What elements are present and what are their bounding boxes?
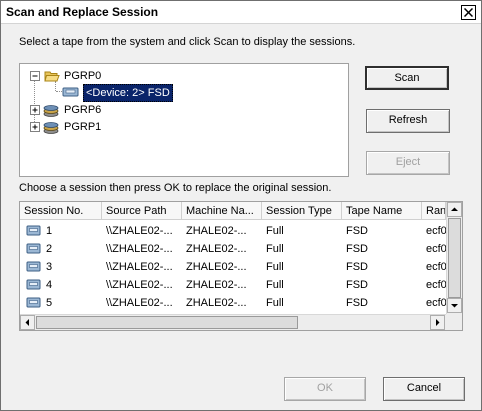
arrow-down-icon bbox=[451, 304, 458, 308]
tree-item-label: <Device: 2> FSD bbox=[83, 84, 173, 102]
collapse-toggle[interactable] bbox=[30, 71, 40, 81]
close-icon bbox=[464, 8, 473, 17]
table-cell: \\ZHALE02-... bbox=[106, 225, 173, 237]
table-cell: ecf0 bbox=[426, 225, 446, 237]
table-cell: Full bbox=[266, 225, 284, 237]
tape-group-icon bbox=[43, 105, 59, 117]
table-row[interactable]: 5 \\ZHALE02-... ZHALE02-... Full FSD ecf0 bbox=[20, 294, 446, 312]
table-row[interactable]: 1 \\ZHALE02-... ZHALE02-... Full FSD ecf0 bbox=[20, 222, 446, 240]
table-cell: 4 bbox=[46, 279, 53, 291]
table-cell: ZHALE02-... bbox=[186, 261, 247, 273]
table-cell: Full bbox=[266, 279, 284, 291]
scroll-down-button[interactable] bbox=[447, 298, 462, 313]
table-cell: \\ZHALE02-... bbox=[106, 243, 173, 255]
session-tape-icon bbox=[26, 243, 41, 254]
scroll-left-button[interactable] bbox=[20, 315, 35, 330]
session-instructions: Choose a session then press OK to replac… bbox=[19, 182, 332, 194]
table-cell: ecf0 bbox=[426, 297, 446, 309]
table-cell: FSD bbox=[346, 243, 368, 255]
tree-item-label: PGRP0 bbox=[64, 70, 102, 82]
table-cell: ZHALE02-... bbox=[186, 297, 247, 309]
scan-button-label: Scan bbox=[394, 72, 420, 84]
table-cell: Full bbox=[266, 261, 284, 273]
ok-button-label: OK bbox=[317, 382, 333, 394]
table-cell: ZHALE02-... bbox=[186, 225, 247, 237]
table-cell: 2 bbox=[46, 243, 53, 255]
table-row[interactable]: 4 \\ZHALE02-... ZHALE02-... Full FSD ecf0 bbox=[20, 276, 446, 294]
arrow-up-icon bbox=[451, 207, 458, 211]
horizontal-scroll-thumb[interactable] bbox=[36, 316, 298, 329]
table-cell: ecf0 bbox=[426, 243, 446, 255]
eject-button[interactable]: Eject bbox=[366, 151, 450, 175]
table-cell: FSD bbox=[346, 297, 368, 309]
tree-item-device[interactable]: <Device: 2> FSD bbox=[62, 84, 262, 102]
scrollbar-corner bbox=[446, 314, 462, 330]
session-list[interactable]: Session No. Source Path Machine Na... Se… bbox=[19, 201, 463, 331]
column-header-tape-name[interactable]: Tape Name bbox=[342, 202, 422, 220]
table-cell: FSD bbox=[346, 279, 368, 291]
scroll-right-button[interactable] bbox=[430, 315, 445, 330]
column-header-source-path[interactable]: Source Path bbox=[102, 202, 182, 220]
scroll-up-button[interactable] bbox=[447, 202, 462, 217]
session-tape-icon bbox=[26, 261, 41, 272]
cancel-button[interactable]: Cancel bbox=[383, 377, 465, 401]
tree-item-label: PGRP1 bbox=[64, 121, 102, 133]
title-bar[interactable]: Scan and Replace Session bbox=[1, 1, 481, 24]
tape-tree[interactable]: PGRP0 <Device: 2> FSD PGRP6 PGRP1 bbox=[19, 63, 349, 177]
table-cell: \\ZHALE02-... bbox=[106, 279, 173, 291]
plus-icon bbox=[32, 107, 38, 113]
eject-button-label: Eject bbox=[395, 156, 421, 168]
session-tape-icon bbox=[26, 279, 41, 290]
scan-button[interactable]: Scan bbox=[365, 66, 449, 90]
dialog-title: Scan and Replace Session bbox=[6, 5, 159, 19]
tree-item-pgrp1[interactable]: PGRP1 bbox=[24, 119, 324, 135]
table-cell: ZHALE02-... bbox=[186, 243, 247, 255]
table-cell: ecf0 bbox=[426, 261, 446, 273]
plus-icon bbox=[32, 124, 38, 130]
column-header-session-type[interactable]: Session Type bbox=[262, 202, 342, 220]
open-folder-icon bbox=[44, 71, 60, 82]
column-header-session-no[interactable]: Session No. bbox=[20, 202, 102, 220]
table-cell: ecf0 bbox=[426, 279, 446, 291]
table-cell: 3 bbox=[46, 261, 53, 273]
refresh-button[interactable]: Refresh bbox=[366, 109, 450, 133]
cancel-button-label: Cancel bbox=[406, 382, 442, 394]
table-row[interactable]: 3 \\ZHALE02-... ZHALE02-... Full FSD ecf0 bbox=[20, 258, 446, 276]
arrow-left-icon bbox=[25, 319, 29, 326]
table-cell: 1 bbox=[46, 225, 53, 237]
tree-item-label: PGRP6 bbox=[64, 104, 102, 116]
expand-toggle[interactable] bbox=[30, 105, 40, 115]
table-cell: FSD bbox=[346, 225, 368, 237]
tree-item-pgrp0[interactable]: PGRP0 bbox=[24, 68, 324, 84]
vertical-scroll-thumb[interactable] bbox=[448, 218, 461, 298]
tape-group-icon bbox=[43, 122, 59, 134]
vertical-scrollbar[interactable] bbox=[446, 202, 462, 314]
minus-icon bbox=[32, 75, 38, 77]
table-cell: 5 bbox=[46, 297, 53, 309]
close-button[interactable] bbox=[461, 5, 476, 20]
arrow-right-icon bbox=[436, 319, 440, 326]
horizontal-scrollbar[interactable] bbox=[20, 314, 446, 330]
column-header-range[interactable]: Ran bbox=[422, 202, 446, 220]
tape-instructions: Select a tape from the system and click … bbox=[19, 36, 356, 48]
table-row[interactable]: 2 \\ZHALE02-... ZHALE02-... Full FSD ecf0 bbox=[20, 240, 446, 258]
ok-button[interactable]: OK bbox=[284, 377, 366, 401]
refresh-button-label: Refresh bbox=[388, 114, 428, 126]
column-header-machine-name[interactable]: Machine Na... bbox=[182, 202, 262, 220]
table-cell: ZHALE02-... bbox=[186, 279, 247, 291]
table-cell: Full bbox=[266, 297, 284, 309]
session-tape-icon bbox=[26, 225, 41, 236]
table-cell: \\ZHALE02-... bbox=[106, 261, 173, 273]
expand-toggle[interactable] bbox=[30, 122, 40, 132]
table-cell: FSD bbox=[346, 261, 368, 273]
session-tape-icon bbox=[26, 297, 41, 308]
table-cell: \\ZHALE02-... bbox=[106, 297, 173, 309]
table-cell: Full bbox=[266, 243, 284, 255]
dialog-window: Scan and Replace Session Select a tape f… bbox=[0, 0, 482, 411]
tree-item-pgrp6[interactable]: PGRP6 bbox=[24, 102, 324, 118]
tape-device-icon bbox=[62, 87, 79, 97]
